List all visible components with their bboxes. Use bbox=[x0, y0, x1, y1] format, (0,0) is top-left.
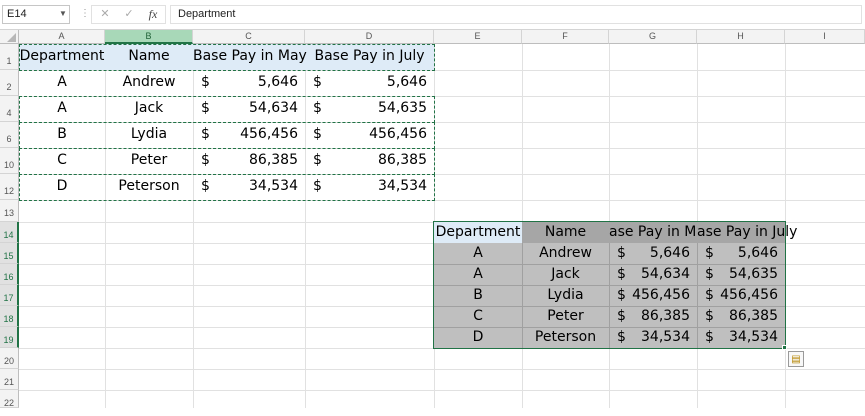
source-cell-july[interactable]: 5,646 bbox=[305, 74, 434, 90]
column-header-a[interactable]: A bbox=[19, 30, 105, 44]
gridline bbox=[19, 369, 865, 370]
source-cell-department[interactable]: A bbox=[19, 74, 105, 90]
row-header-15[interactable]: 15 bbox=[0, 243, 19, 264]
row-header-14[interactable]: 14 bbox=[0, 222, 19, 243]
cancel-icon[interactable]: ✕ bbox=[96, 6, 114, 22]
column-header-b[interactable]: B bbox=[105, 30, 193, 44]
row-header-6[interactable]: 6 bbox=[0, 122, 19, 148]
formula-bar-grip-icon[interactable]: ⋮ bbox=[80, 6, 90, 22]
column-header-d[interactable]: D bbox=[305, 30, 434, 44]
enter-icon[interactable]: ✓ bbox=[120, 6, 138, 22]
clipboard-icon[interactable]: ▤ bbox=[788, 351, 804, 367]
row-header-1[interactable]: 1 bbox=[0, 44, 19, 70]
source-cell-may[interactable]: 5,646 bbox=[193, 74, 305, 90]
row-header-2[interactable]: 2 bbox=[0, 70, 19, 96]
select-all-triangle-icon bbox=[7, 33, 16, 42]
column-header-e[interactable]: E bbox=[434, 30, 522, 44]
column-header-h[interactable]: H bbox=[697, 30, 785, 44]
row-header-17[interactable]: 17 bbox=[0, 285, 19, 306]
column-header-f[interactable]: F bbox=[522, 30, 609, 44]
selection-outline bbox=[433, 221, 786, 349]
formula-input[interactable]: Department bbox=[170, 5, 862, 24]
row-header-19[interactable]: 19 bbox=[0, 327, 19, 348]
column-header-g[interactable]: G bbox=[609, 30, 697, 44]
copy-marquee bbox=[19, 96, 435, 123]
column-header-i[interactable]: I bbox=[785, 30, 865, 44]
column-header-c[interactable]: C bbox=[193, 30, 305, 44]
row-header-12[interactable]: 12 bbox=[0, 174, 19, 200]
copy-marquee bbox=[19, 44, 435, 71]
source-cell-name[interactable]: Andrew bbox=[105, 74, 193, 90]
row-header-13[interactable]: 13 bbox=[0, 200, 19, 222]
row-header-21[interactable]: 21 bbox=[0, 369, 19, 390]
copy-marquee bbox=[19, 122, 435, 149]
insert-function-icon[interactable]: fx bbox=[144, 6, 162, 22]
copy-marquee bbox=[19, 174, 435, 201]
row-header-18[interactable]: 18 bbox=[0, 306, 19, 327]
row-header-10[interactable]: 10 bbox=[0, 148, 19, 174]
row-header-16[interactable]: 16 bbox=[0, 264, 19, 285]
row-header-4[interactable]: 4 bbox=[0, 96, 19, 122]
row-header-20[interactable]: 20 bbox=[0, 348, 19, 369]
gridline bbox=[19, 390, 865, 391]
chevron-down-icon[interactable]: ▼ bbox=[58, 6, 68, 22]
row-header-22[interactable]: 22 bbox=[0, 390, 19, 408]
copy-marquee bbox=[19, 148, 435, 175]
fill-handle[interactable] bbox=[782, 345, 787, 350]
